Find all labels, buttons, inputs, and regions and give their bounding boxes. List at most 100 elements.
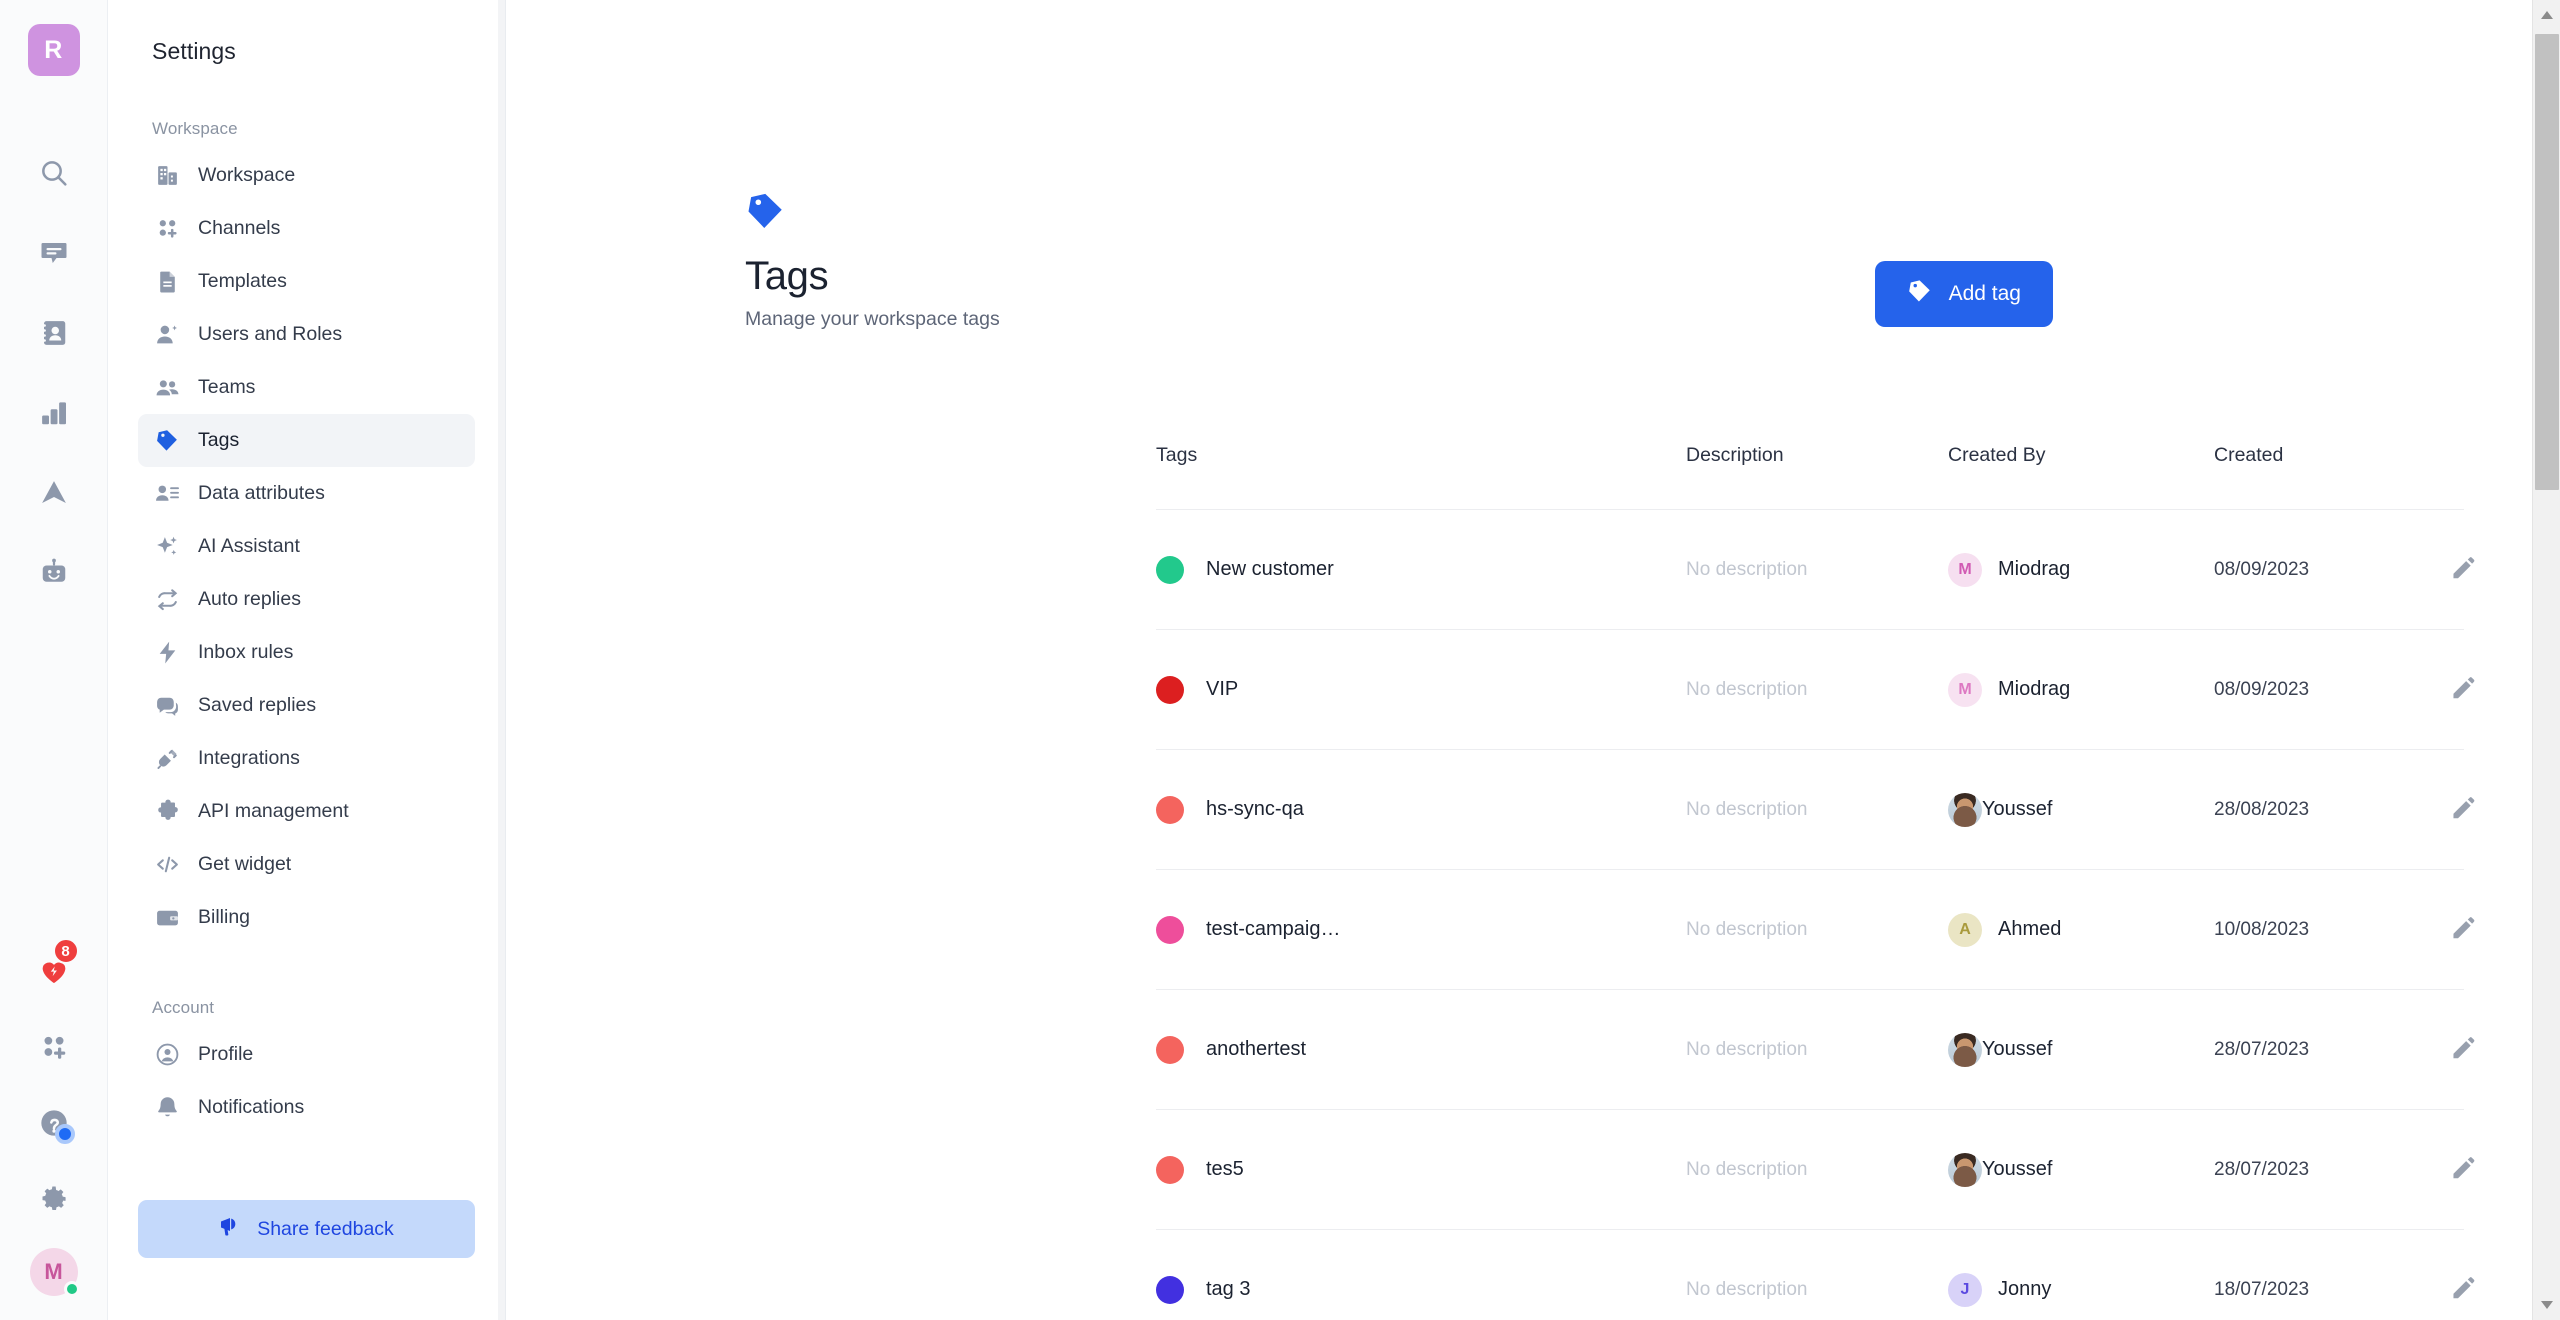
tags-table: Tags Description Created By Created New … bbox=[1156, 440, 2475, 1320]
edit-tag-button[interactable] bbox=[2444, 789, 2482, 830]
page-scrollbar[interactable] bbox=[2532, 0, 2560, 1320]
cell-created-by: Youssef bbox=[1948, 1152, 2214, 1187]
share-feedback-label: Share feedback bbox=[257, 1217, 394, 1240]
add-tag-label: Add tag bbox=[1948, 282, 2021, 305]
scroll-down-arrow-icon[interactable] bbox=[2533, 1294, 2560, 1316]
sidebar-item-label: Billing bbox=[198, 906, 251, 928]
table-row[interactable]: test-campaig… No description A Ahmed 10/08/2… bbox=[1156, 870, 2475, 990]
bot-icon[interactable] bbox=[27, 546, 81, 600]
cell-created-by: Youssef bbox=[1948, 1032, 2214, 1067]
sidebar-item-tags[interactable]: Tags bbox=[138, 414, 475, 467]
sidebar-item-profile[interactable]: Profile bbox=[138, 1028, 475, 1081]
rail-primary-nav bbox=[27, 146, 81, 600]
edit-tag-button[interactable] bbox=[2444, 909, 2482, 950]
whats-new-badge: 8 bbox=[52, 938, 79, 964]
cell-created: 28/07/2023 bbox=[2214, 1039, 2444, 1061]
sidebar-item-teams[interactable]: Teams bbox=[138, 361, 475, 414]
sidebar-item-label: Saved replies bbox=[198, 694, 317, 716]
help-notification-dot bbox=[54, 1124, 75, 1144]
nav-section-label-workspace: Workspace bbox=[152, 119, 238, 138]
cell-actions bbox=[2444, 1029, 2509, 1070]
sidebar-item-channels[interactable]: Channels bbox=[138, 202, 475, 255]
sidebar-item-ai-assistant[interactable]: AI Assistant bbox=[138, 520, 475, 573]
table-row[interactable]: anothertest No description Youssef 28/07/20… bbox=[1156, 990, 2475, 1110]
pencil-icon bbox=[2450, 675, 2476, 704]
pencil-icon bbox=[2450, 1155, 2476, 1184]
edit-tag-button[interactable] bbox=[2444, 549, 2482, 590]
share-feedback-button[interactable]: Share feedback bbox=[138, 1200, 475, 1258]
sidebar-item-api-management[interactable]: API management bbox=[138, 785, 475, 838]
created-date: 10/08/2023 bbox=[2214, 918, 2310, 940]
edit-tag-button[interactable] bbox=[2444, 1269, 2482, 1310]
column-header-description: Description bbox=[1686, 444, 1784, 466]
workspace-logo[interactable]: R bbox=[27, 24, 80, 76]
table-row[interactable]: tes5 No description Youssef 28/07/2023 bbox=[1156, 1110, 2475, 1230]
rail-secondary-nav: 8 M bbox=[0, 938, 107, 1297]
cell-created-by: Youssef bbox=[1948, 792, 2214, 827]
document-icon bbox=[154, 268, 181, 295]
sidebar-item-inbox-rules[interactable]: Inbox rules bbox=[138, 626, 475, 679]
sidebar-item-label: Integrations bbox=[198, 747, 300, 769]
contacts-icon[interactable] bbox=[27, 306, 81, 360]
sidebar-item-integrations[interactable]: Integrations bbox=[138, 732, 475, 785]
puzzle-icon bbox=[154, 798, 181, 825]
search-icon[interactable] bbox=[27, 146, 81, 200]
wallet-icon bbox=[154, 904, 181, 931]
created-by-name: Youssef bbox=[1982, 798, 2053, 820]
sidebar-item-label: Users and Roles bbox=[198, 323, 343, 345]
table-row[interactable]: hs-sync-qa No description Youssef 28/08/202… bbox=[1156, 750, 2475, 870]
sidebar-item-billing[interactable]: Billing bbox=[138, 891, 475, 944]
created-by-name: Miodrag bbox=[1998, 678, 2071, 700]
sidebar-item-auto-replies[interactable]: Auto replies bbox=[138, 573, 475, 626]
cell-tag: tag 3 bbox=[1156, 1275, 1686, 1304]
sidebar-item-saved-replies[interactable]: Saved replies bbox=[138, 679, 475, 732]
avatar[interactable]: M bbox=[29, 1248, 80, 1297]
conversations-icon[interactable] bbox=[27, 226, 81, 280]
tag-color-dot bbox=[1156, 915, 1184, 944]
sidebar-item-get-widget[interactable]: Get widget bbox=[138, 838, 475, 891]
settings-gear-icon[interactable] bbox=[27, 1172, 81, 1226]
tag-description: No description bbox=[1686, 1038, 1808, 1060]
page-subtitle: Manage your workspace tags bbox=[745, 308, 1000, 330]
avatar-initial: M bbox=[44, 1259, 63, 1284]
table-row[interactable]: VIP No description M Miodrag 08/09/2023 bbox=[1156, 630, 2475, 750]
table-header-row: Tags Description Created By Created bbox=[1156, 440, 2464, 510]
tag-name: test-campaig… bbox=[1206, 918, 1341, 940]
reports-icon[interactable] bbox=[27, 386, 81, 440]
cell-created-by: J Jonny bbox=[1948, 1272, 2214, 1307]
app-icon-rail: R 8 M bbox=[0, 0, 108, 1320]
edit-tag-button[interactable] bbox=[2444, 1029, 2482, 1070]
cell-tag: New customer bbox=[1156, 555, 1686, 584]
table-row[interactable]: New customer No description M Miodrag 08/09/… bbox=[1156, 510, 2475, 630]
edit-tag-button[interactable] bbox=[2444, 1149, 2482, 1190]
created-by-name: Jonny bbox=[1998, 1278, 2052, 1300]
pencil-icon bbox=[2450, 1035, 2476, 1064]
sidebar-item-workspace[interactable]: Workspace bbox=[138, 149, 475, 202]
tag-color-dot bbox=[1156, 1035, 1184, 1064]
sidebar-item-notifications[interactable]: Notifications bbox=[138, 1081, 475, 1134]
cell-description: No description bbox=[1686, 1279, 1948, 1301]
sidebar-item-templates[interactable]: Templates bbox=[138, 255, 475, 308]
scroll-up-arrow-icon[interactable] bbox=[2533, 4, 2560, 26]
page-scrollbar-thumb[interactable] bbox=[2535, 34, 2559, 490]
add-tag-button[interactable]: Add tag bbox=[1874, 261, 2053, 327]
created-by-name: Youssef bbox=[1982, 1038, 2053, 1060]
help-icon[interactable] bbox=[27, 1096, 81, 1150]
invite-icon[interactable] bbox=[27, 1020, 81, 1074]
created-by-name: Ahmed bbox=[1998, 918, 2062, 940]
cell-description: No description bbox=[1686, 679, 1948, 701]
sidebar-item-data-attributes[interactable]: Data attributes bbox=[138, 467, 475, 520]
sidebar-item-users-and-roles[interactable]: Users and Roles bbox=[138, 308, 475, 361]
table-row[interactable]: tag 3 No description J Jonny 18/07/2023 bbox=[1156, 1230, 2475, 1320]
tag-color-dot bbox=[1156, 675, 1184, 704]
column-header-created-by: Created By bbox=[1948, 444, 2046, 466]
cell-created: 10/08/2023 bbox=[2214, 919, 2444, 941]
profile-icon bbox=[154, 1041, 181, 1068]
edit-tag-button[interactable] bbox=[2444, 669, 2482, 710]
whats-new-icon[interactable]: 8 bbox=[27, 938, 81, 998]
campaigns-icon[interactable] bbox=[27, 466, 81, 520]
bell-icon bbox=[154, 1094, 181, 1121]
sidebar-item-label: Tags bbox=[198, 429, 240, 451]
cell-created: 28/07/2023 bbox=[2214, 1159, 2444, 1181]
sidebar-scrollbar[interactable] bbox=[498, 0, 505, 1320]
